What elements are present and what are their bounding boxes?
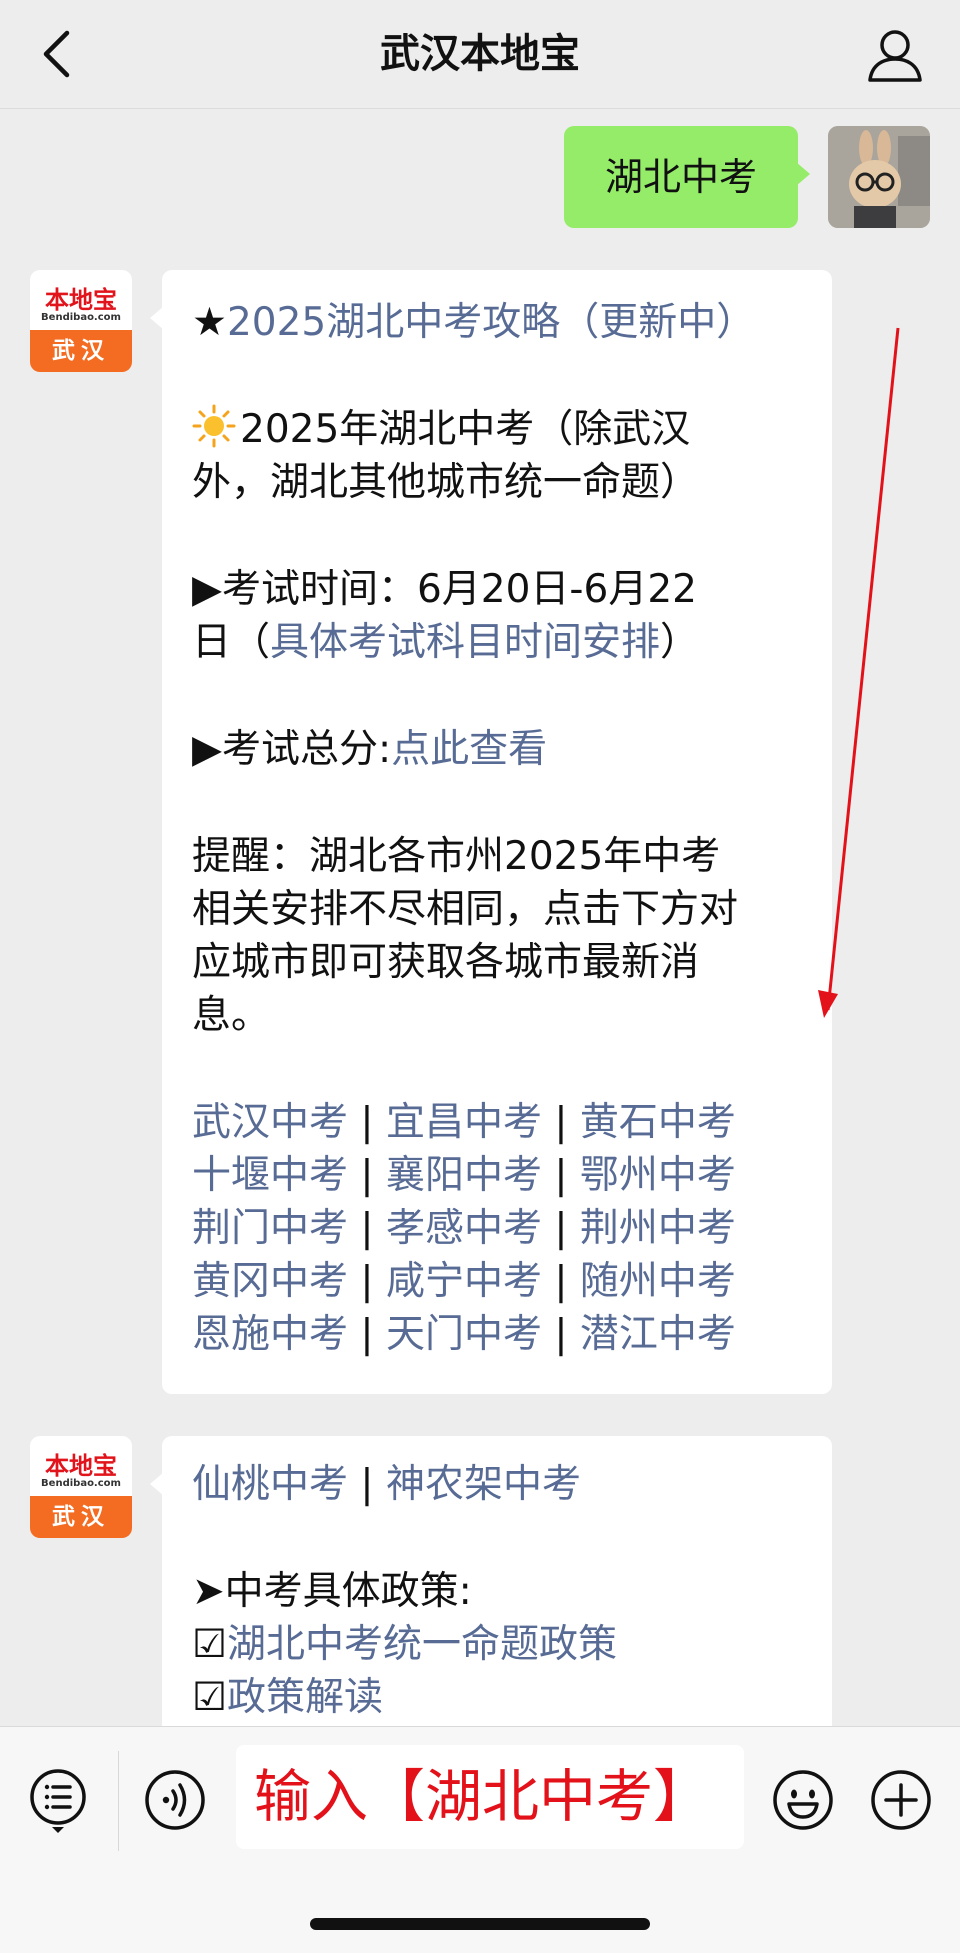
- city-link-suizhou[interactable]: 随州中考: [580, 1259, 736, 1304]
- separator: |: [541, 1312, 580, 1357]
- separator: |: [348, 1312, 386, 1357]
- exam-time-prefix: 日（: [192, 620, 271, 665]
- menu-button[interactable]: [28, 1767, 88, 1837]
- city-links-row: 仙桃中考 | 神农架中考: [192, 1458, 804, 1511]
- top-bar: 武汉本地宝: [0, 0, 960, 109]
- separator: |: [348, 1259, 386, 1304]
- city-link-huanggang[interactable]: 黄冈中考: [192, 1259, 348, 1304]
- account-avatar[interactable]: 本地宝 Bendibao.com 武汉: [30, 1436, 132, 1538]
- intro-text-2: 外，湖北其他城市统一命题）: [192, 460, 700, 505]
- separator: |: [348, 1462, 386, 1507]
- brand-domain: Bendibao.com: [41, 1478, 121, 1489]
- exam-time-text: ▶考试时间：6月20日-6月22: [192, 567, 697, 612]
- schedule-link[interactable]: 具体考试科目时间安排: [270, 620, 660, 665]
- more-button[interactable]: [870, 1769, 932, 1831]
- voice-icon: [145, 1770, 205, 1830]
- city-link-xianning[interactable]: 咸宁中考: [386, 1259, 542, 1304]
- policy-link-interpretation[interactable]: 政策解读: [227, 1675, 383, 1720]
- plus-icon: [871, 1770, 931, 1830]
- exam-time-line-2: 日（具体考试科目时间安排）: [192, 616, 804, 669]
- city-link-huangshi[interactable]: 黄石中考: [580, 1100, 736, 1145]
- rabbit-avatar-image: [828, 126, 930, 228]
- separator: |: [348, 1100, 386, 1145]
- reminder-text-2: 相关安排不尽相同，点击下方对: [192, 887, 739, 932]
- intro-text: 2025年湖北中考（除武汉: [240, 407, 691, 452]
- city-link-yichang[interactable]: 宜昌中考: [386, 1100, 542, 1145]
- emoji-button[interactable]: [772, 1769, 834, 1831]
- reminder-text: 提醒：湖北各市州2025年中考: [192, 834, 721, 879]
- brand-logo: 本地宝: [45, 285, 117, 314]
- exam-time-suffix: ）: [660, 620, 700, 665]
- city-link-ezhou[interactable]: 鄂州中考: [580, 1153, 736, 1198]
- city-link-enshi[interactable]: 恩施中考: [192, 1312, 348, 1357]
- city-label: 武汉: [30, 1496, 132, 1538]
- checkbox-icon: ☑: [192, 1675, 227, 1720]
- divider: [118, 1751, 119, 1851]
- city-links-row: 恩施中考 | 天门中考 | 潜江中考: [192, 1308, 804, 1361]
- checkbox-icon: ☑: [192, 1622, 227, 1667]
- city-links-row: 黄冈中考 | 咸宁中考 | 随州中考: [192, 1255, 804, 1308]
- separator: |: [348, 1153, 386, 1198]
- city-link-shennongjia[interactable]: 神农架中考: [386, 1462, 581, 1507]
- headline-link[interactable]: 2025湖北中考攻略（更新中）: [227, 300, 755, 345]
- city-link-wuhan[interactable]: 武汉中考: [192, 1100, 348, 1145]
- city-links-row: 十堰中考 | 襄阳中考 | 鄂州中考: [192, 1149, 804, 1202]
- city-link-qianjiang[interactable]: 潜江中考: [580, 1312, 736, 1357]
- separator: |: [541, 1206, 580, 1251]
- separator: |: [541, 1153, 580, 1198]
- incoming-message-bubble: ★2025湖北中考攻略（更新中） 2025年湖北中考（除武汉 外，湖北其他城市统…: [150, 270, 832, 1394]
- city-link-tianmen[interactable]: 天门中考: [386, 1312, 542, 1357]
- city-links-row: 荆门中考 | 孝感中考 | 荆州中考: [192, 1202, 804, 1255]
- total-score-label: ▶考试总分:: [192, 727, 392, 772]
- outgoing-message-bubble[interactable]: 湖北中考: [564, 126, 810, 228]
- policy-item: ☑政策解读: [192, 1671, 804, 1724]
- user-avatar[interactable]: [828, 126, 930, 228]
- star-glyph: ★: [192, 300, 227, 345]
- separator: |: [541, 1100, 580, 1145]
- total-score-link[interactable]: 点此查看: [391, 727, 547, 772]
- policy-title: ➤中考具体政策:: [192, 1569, 472, 1614]
- city-links-row: 武汉中考 | 宜昌中考 | 黄石中考: [192, 1096, 804, 1149]
- person-icon: [868, 30, 922, 82]
- headline-line: ★2025湖北中考攻略（更新中）: [192, 296, 804, 349]
- policy-item: ☑湖北中考统一命题政策: [192, 1618, 804, 1671]
- reminder-text-3: 应城市即可获取各城市最新消: [192, 940, 700, 985]
- intro-line: 2025年湖北中考（除武汉: [192, 403, 804, 456]
- menu-list-icon: [30, 1769, 86, 1833]
- reminder-text-4: 息。: [192, 993, 271, 1038]
- separator: |: [541, 1259, 580, 1304]
- total-score-line: ▶考试总分:点此查看: [192, 723, 804, 776]
- voice-button[interactable]: [144, 1769, 206, 1831]
- city-link-shiyan[interactable]: 十堰中考: [192, 1153, 348, 1198]
- brand-domain: Bendibao.com: [41, 312, 121, 323]
- page-title: 武汉本地宝: [380, 31, 580, 77]
- incoming-message-bubble: 仙桃中考 | 神农架中考 ➤中考具体政策: ☑湖北中考统一命题政策 ☑政策解读: [150, 1436, 832, 1756]
- city-link-xiantao[interactable]: 仙桃中考: [192, 1462, 348, 1507]
- home-indicator[interactable]: [310, 1918, 650, 1930]
- city-link-xiangyang[interactable]: 襄阳中考: [386, 1153, 542, 1198]
- account-avatar[interactable]: 本地宝 Bendibao.com 武汉: [30, 270, 132, 372]
- profile-button[interactable]: [866, 26, 924, 84]
- separator: |: [348, 1206, 386, 1251]
- city-link-jingmen[interactable]: 荆门中考: [192, 1206, 348, 1251]
- red-arrow-annotation: [818, 327, 900, 1018]
- city-link-jingzhou[interactable]: 荆州中考: [580, 1206, 736, 1251]
- sun-icon: [192, 404, 236, 448]
- brand-logo: 本地宝: [45, 1451, 117, 1480]
- policy-link-unified[interactable]: 湖北中考统一命题政策: [227, 1622, 617, 1667]
- city-link-xiaogan[interactable]: 孝感中考: [386, 1206, 542, 1251]
- smiley-icon: [773, 1770, 833, 1830]
- city-label: 武汉: [30, 330, 132, 372]
- message-input[interactable]: 输入【湖北中考】: [236, 1745, 744, 1849]
